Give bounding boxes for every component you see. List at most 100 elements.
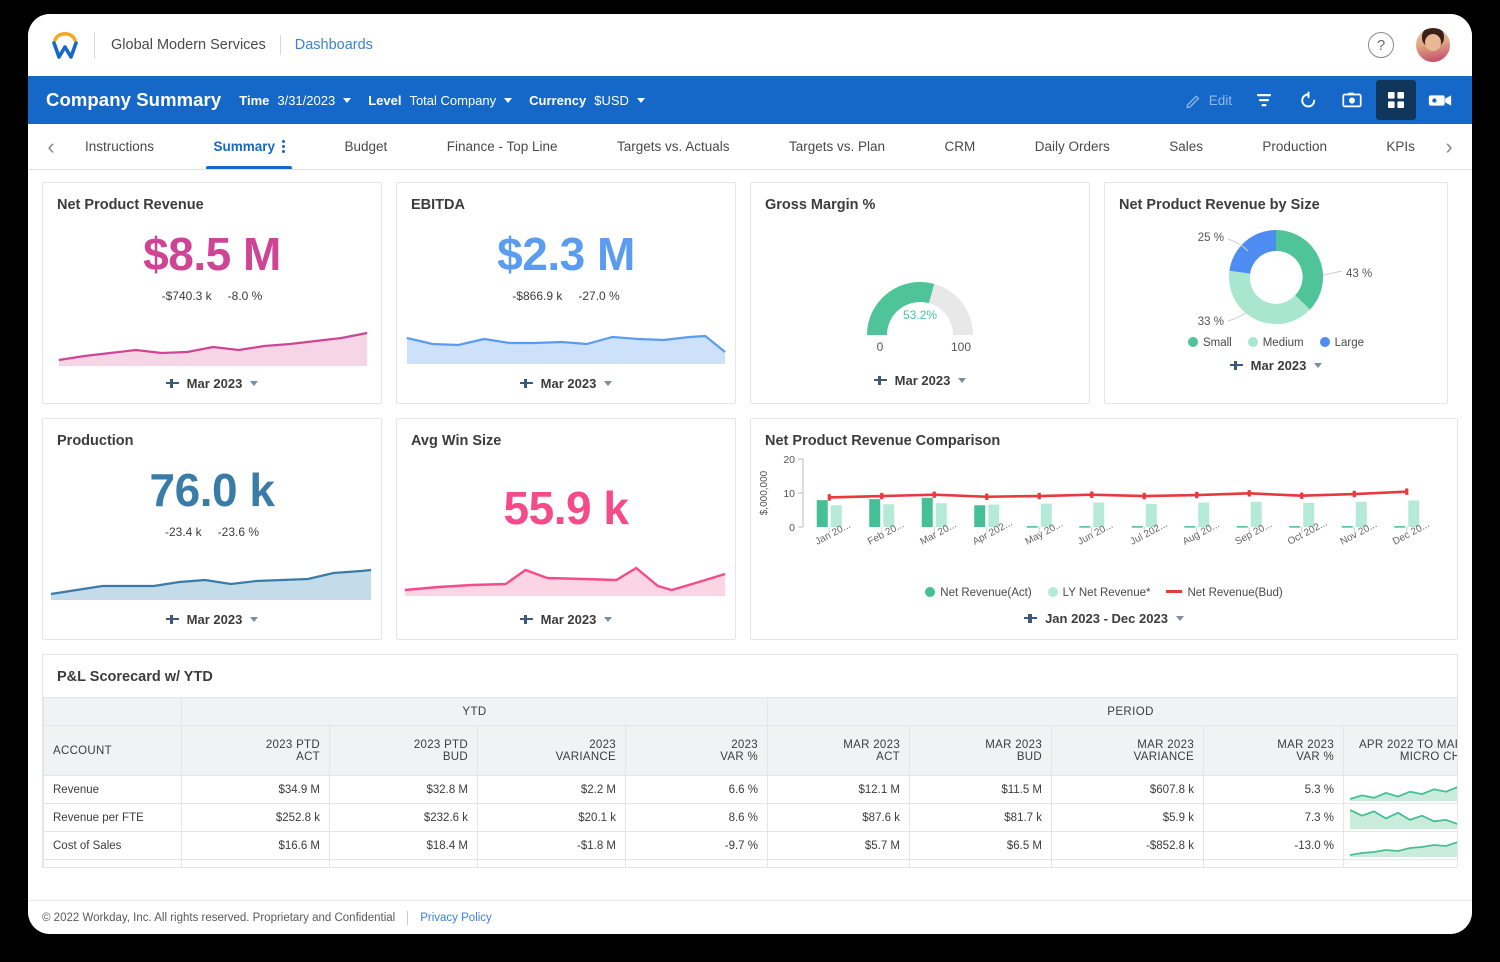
tab-instructions[interactable]: Instructions <box>72 124 167 169</box>
card-pl-scorecard[interactable]: P&L Scorecard w/ YTD YTD PERIOD ACCOUNT 20… <box>42 654 1458 868</box>
divider <box>279 35 281 55</box>
pin-icon <box>873 375 889 386</box>
tab-production[interactable]: Production <box>1249 124 1340 169</box>
table-row[interactable]: Revenue per FTE $252.8 k $232.6 k $20.1 k 8.… <box>43 803 1457 832</box>
card-period-selector[interactable]: Jan 2023 - Dec 2023 <box>751 599 1457 638</box>
tab-daily-orders[interactable]: Daily Orders <box>1022 124 1123 169</box>
video-icon <box>1428 95 1452 106</box>
tab-label: Production <box>1262 139 1327 154</box>
sparkline <box>43 539 381 606</box>
card-period-selector[interactable]: Mar 2023 <box>397 370 735 403</box>
value-cell: 7.3 % <box>1203 803 1345 832</box>
legend-item[interactable]: Large <box>1319 337 1364 349</box>
video-button[interactable] <box>1420 80 1460 120</box>
tab-crm[interactable]: CRM <box>932 124 989 169</box>
kpi-value: $2.3 M <box>497 228 635 280</box>
column-header-cell[interactable]: MAR 2023 BUD <box>909 725 1053 776</box>
micro-chart-cell <box>1343 859 1457 867</box>
grid-view-button[interactable] <box>1376 80 1416 120</box>
table-title: P&L Scorecard w/ YTD <box>57 669 213 685</box>
micro-chart <box>1350 840 1457 857</box>
kpi-delta-pct: -27.0 % <box>578 289 620 303</box>
value-cell: $6.5 M <box>909 831 1053 860</box>
card-avg-win-size[interactable]: Avg Win Size 55.9 k Mar 2023 <box>396 418 736 640</box>
tabs-next-button[interactable]: › <box>1432 125 1466 169</box>
svg-text:0: 0 <box>877 340 884 353</box>
column-header-cell[interactable]: MAR 2023 VARIANCE <box>1051 725 1205 776</box>
tab-summary[interactable]: Summary <box>200 124 298 169</box>
card-period: Mar 2023 <box>1250 358 1307 373</box>
column-header-line2: BUD <box>1016 750 1043 763</box>
legend-item[interactable]: Net Revenue(Act) <box>925 587 1032 599</box>
sparkline <box>397 531 735 606</box>
card-net-product-revenue[interactable]: Net Product Revenue $8.5 M -$740.3 k -8.… <box>42 182 382 404</box>
chevron-down-icon <box>636 97 645 103</box>
tabs-prev-button[interactable]: ‹ <box>34 125 68 169</box>
legend-item[interactable]: Medium <box>1247 337 1304 349</box>
value-cell: $18.4 M <box>329 831 478 860</box>
privacy-policy-link[interactable]: Privacy Policy <box>420 912 492 924</box>
footer: © 2022 Workday, Inc. All rights reserved… <box>28 900 1472 934</box>
avatar[interactable] <box>1416 28 1450 62</box>
card-revenue-comparison[interactable]: Net Product Revenue Comparison 0 10 20 $,00… <box>750 418 1458 640</box>
level-filter[interactable]: Level Total Company <box>368 93 513 108</box>
table-row[interactable]: Gross Margin$18.2 M$14.4 M$4.0 M27.5 %$6… <box>43 859 1457 867</box>
legend-item[interactable]: LY Net Revenue* <box>1047 587 1150 599</box>
legend-item[interactable]: Net Revenue(Bud) <box>1166 587 1283 599</box>
svg-text:53.2%: 53.2% <box>903 308 937 322</box>
column-header-cell[interactable]: 2023 VAR % <box>624 725 769 776</box>
tab-targets-vs-actuals[interactable]: Targets vs. Actuals <box>604 124 743 169</box>
legend-label: Net Revenue(Bud) <box>1187 587 1283 599</box>
pin-icon <box>165 378 181 389</box>
tab-options-icon[interactable] <box>282 140 286 153</box>
tab-label: Targets vs. Actuals <box>617 139 730 154</box>
column-header-line1: APR 2022 TO MAR 2... <box>1358 738 1457 751</box>
legend-item[interactable]: Small <box>1187 337 1232 349</box>
card-title: EBITDA <box>411 197 465 213</box>
micro-chart-cell <box>1343 803 1457 832</box>
card-revenue-by-size[interactable]: Net Product Revenue by Size 25 % 43 % 33… <box>1104 182 1448 404</box>
sparkline <box>43 303 381 370</box>
grid-icon <box>1388 92 1404 108</box>
card-period-selector[interactable]: Mar 2023 <box>1105 349 1447 385</box>
refresh-button[interactable] <box>1288 80 1328 120</box>
tab-kpis[interactable]: KPIs <box>1373 124 1428 169</box>
table-row[interactable]: Revenue $34.9 M $32.8 M $2.2 M 6.6 % $12.1 M $… <box>43 775 1457 804</box>
card-period-selector[interactable]: Mar 2023 <box>397 606 735 639</box>
column-header-line2: VAR % <box>720 750 759 763</box>
help-icon[interactable]: ? <box>1368 32 1394 58</box>
tab-sales[interactable]: Sales <box>1156 124 1216 169</box>
chevron-down-icon <box>250 381 259 386</box>
column-header-cell[interactable]: APR 2022 TO MAR 2...MICRO CHART <box>1343 725 1457 776</box>
tab-finance-top-line[interactable]: Finance - Top Line <box>434 124 571 169</box>
workday-logo-icon[interactable] <box>44 24 86 66</box>
card-production[interactable]: Production 76.0 k -23.4 k -23.6 % Mar 20… <box>42 418 382 640</box>
card-gross-margin[interactable]: Gross Margin % 53.2% 0 100 Mar 2023 <box>750 182 1090 404</box>
column-header-line1: 2023 <box>589 738 616 751</box>
column-header-cell[interactable]: 2023 PTD BUD <box>329 725 478 776</box>
kpi-row-2: Production 76.0 k -23.4 k -23.6 % Mar 20… <box>42 418 1458 640</box>
card-period-selector[interactable]: Mar 2023 <box>751 367 1089 400</box>
group-header-cell: YTD <box>180 697 769 726</box>
edit-button[interactable]: Edit <box>1185 92 1240 109</box>
card-period-selector[interactable]: Mar 2023 <box>43 370 381 403</box>
value-cell: $232.6 k <box>329 803 478 832</box>
column-header-cell[interactable]: ACCOUNT <box>43 725 182 776</box>
currency-filter[interactable]: Currency $USD <box>529 93 645 108</box>
camera-button[interactable] <box>1332 80 1372 120</box>
column-header-cell[interactable]: 2023 VARIANCE <box>477 725 626 776</box>
value-cell: -13.0 % <box>1203 831 1345 860</box>
filter-button[interactable] <box>1244 80 1284 120</box>
card-ebitda[interactable]: EBITDA $2.3 M -$866.9 k -27.0 % Mar 2023 <box>396 182 736 404</box>
table-row[interactable]: Cost of Sales $16.6 M $18.4 M -$1.8 M -9.7 %… <box>43 831 1457 860</box>
column-header-cell[interactable]: 2023 PTD ACT <box>181 725 330 776</box>
time-filter[interactable]: Time 3/31/2023 <box>239 93 352 108</box>
tab-budget[interactable]: Budget <box>331 124 400 169</box>
card-period-selector[interactable]: Mar 2023 <box>43 606 381 639</box>
column-header-cell[interactable]: MAR 2023 ACT <box>767 725 911 776</box>
column-header-cell[interactable]: MAR 2023 VAR % <box>1203 725 1345 776</box>
dashboards-link[interactable]: Dashboards <box>295 37 373 53</box>
tab-targets-vs-plan[interactable]: Targets vs. Plan <box>776 124 898 169</box>
tab-label: Daily Orders <box>1034 139 1110 154</box>
column-header-line1: ACCOUNT <box>53 744 112 757</box>
